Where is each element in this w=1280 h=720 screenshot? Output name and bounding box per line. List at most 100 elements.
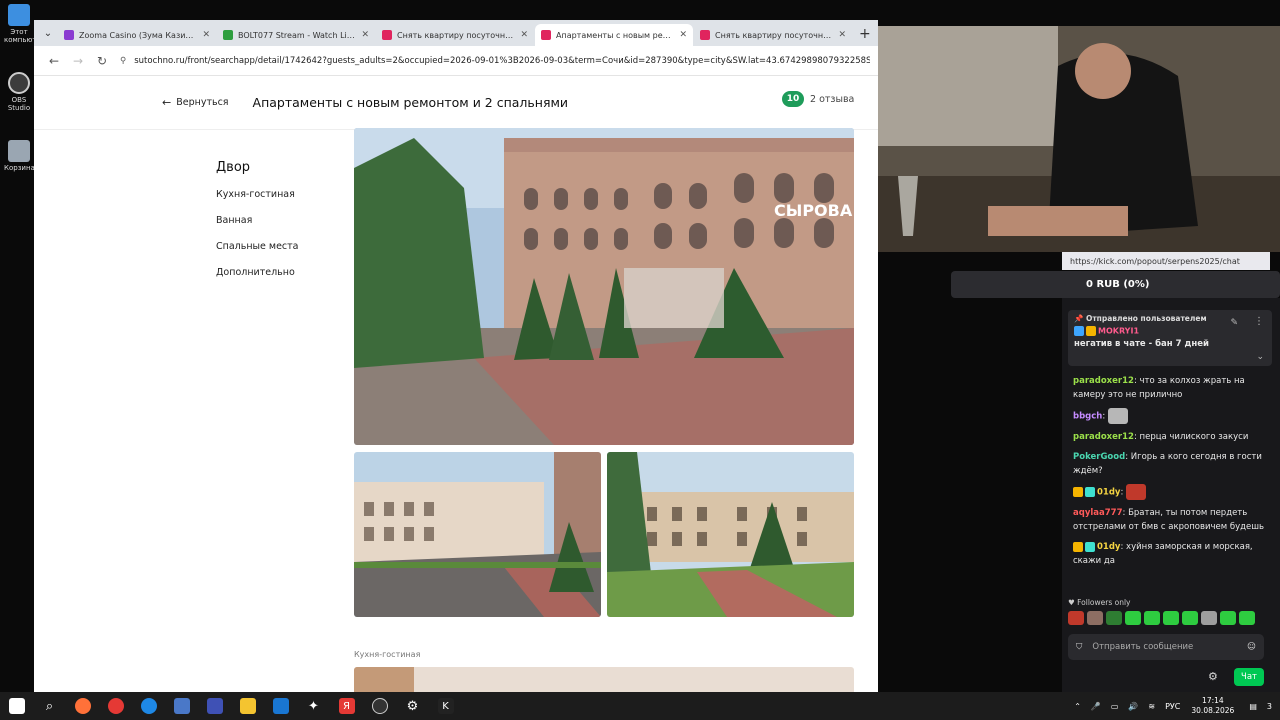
photo-sign-text: СЫРОВА — [774, 201, 853, 220]
emote-icon[interactable] — [1201, 611, 1217, 625]
chat-username[interactable]: 01dy — [1097, 488, 1120, 498]
main-photo[interactable]: СЫРОВА — [354, 128, 854, 445]
tab-title: Снять квартиру посуточно в — [715, 30, 835, 40]
app-icon[interactable]: K — [429, 692, 462, 720]
tab-title: Снять квартиру посуточно в С — [397, 30, 517, 40]
yandex-icon[interactable]: Я — [330, 692, 363, 720]
emote-icon[interactable] — [1144, 611, 1160, 625]
tab-close-icon[interactable]: ✕ — [361, 30, 369, 40]
nav-heading[interactable]: Двор — [216, 160, 299, 175]
followers-only-text: Followers only — [1077, 598, 1131, 607]
desktop-icon-label: OBS Studio — [7, 96, 31, 112]
crown-badge-icon — [1073, 487, 1083, 497]
chat-message: 01dy: — [1073, 484, 1270, 500]
gallery-photo[interactable] — [607, 452, 854, 617]
gallery-photo[interactable] — [354, 667, 854, 692]
back-button[interactable]: ← Вернуться — [154, 90, 237, 116]
emoji-icon[interactable]: ☺ — [1247, 642, 1256, 652]
more-options-icon[interactable]: ⋮ — [1254, 316, 1264, 327]
gear-icon[interactable]: ⚙ — [1208, 670, 1218, 683]
chat-input[interactable]: ⛉ Отправить сообщение ☺ — [1068, 634, 1264, 660]
emote-icon[interactable] — [1125, 611, 1141, 625]
sparkle-icon[interactable]: ✦ — [297, 692, 330, 720]
wifi-icon[interactable]: ≋ — [1148, 702, 1155, 711]
url-text: sutochno.ru/front/searchapp/detail/17426… — [134, 55, 870, 66]
emote-icon[interactable] — [1239, 611, 1255, 625]
desktop-icon-recycle-bin[interactable]: Корзина — [4, 140, 35, 172]
volume-icon[interactable]: 🔊 — [1128, 702, 1138, 711]
computer-icon — [8, 4, 30, 26]
firefox-icon[interactable] — [66, 692, 99, 720]
address-bar[interactable]: ⚲ sutochno.ru/front/searchapp/detail/174… — [120, 50, 870, 72]
emote-icon[interactable] — [1220, 611, 1236, 625]
tab-close-icon[interactable]: ✕ — [838, 30, 846, 40]
browser-tab[interactable]: Снять квартиру посуточно в С ✕ — [376, 24, 534, 46]
emote-icon[interactable] — [1087, 611, 1103, 625]
language-indicator[interactable]: РУС — [1165, 702, 1180, 711]
chat-username[interactable]: bbgch — [1073, 412, 1102, 422]
nav-item[interactable]: Ванная — [216, 215, 299, 226]
tab-close-icon[interactable]: ✕ — [202, 30, 210, 40]
chat-messages: paradoxer12: что за колхоз жрать на каме… — [1062, 366, 1280, 568]
send-chat-button[interactable]: Чат — [1234, 668, 1264, 686]
browser-tab[interactable]: Zooma Casino (Зума Казино) о ✕ — [58, 24, 216, 46]
rating-badge: 10 — [782, 91, 804, 107]
obs-taskbar-icon[interactable] — [363, 692, 396, 720]
clock[interactable]: 17:14 30.08.2026 — [1191, 696, 1234, 716]
browser-window: ⌄ Zooma Casino (Зума Казино) о ✕ BOLT077… — [34, 20, 878, 692]
desktop-icon-computer[interactable]: Этот компьютер — [4, 4, 45, 44]
page-title: Апартаменты с новым ремонтом и 2 спальня… — [252, 95, 569, 110]
chat-message: aqylaa777: Братан, ты потом пердеть отст… — [1073, 508, 1265, 532]
browser-tab[interactable]: BOLT077 Stream - Watch Live o ✕ — [217, 24, 375, 46]
chevron-up-icon[interactable]: ⌃ — [1074, 702, 1081, 711]
shield-icon[interactable]: ⛉ — [1076, 642, 1082, 652]
chat-username[interactable]: 01dy — [1097, 542, 1120, 552]
mail-icon[interactable] — [264, 692, 297, 720]
chat-username[interactable]: paradoxer12 — [1073, 432, 1134, 442]
nav-item[interactable]: Кухня-гостиная — [216, 189, 299, 200]
folder-icon[interactable] — [231, 692, 264, 720]
emote-icon[interactable] — [1068, 611, 1084, 625]
battery-icon[interactable]: ▭ — [1111, 702, 1119, 711]
settings-icon[interactable]: ⚙ — [396, 692, 429, 720]
emote-icon[interactable] — [1163, 611, 1179, 625]
microphone-icon[interactable]: 🎤 — [1091, 702, 1101, 711]
chat-username[interactable]: aqylaa777 — [1073, 508, 1123, 518]
start-button[interactable] — [0, 692, 33, 720]
pinned-message[interactable]: 📌 Отправлено пользователем MOKRYI1 негат… — [1068, 310, 1272, 366]
nav-item[interactable]: Дополнительно — [216, 267, 299, 278]
section-label: Кухня-гостиная — [354, 650, 421, 659]
notifications-icon[interactable]: ▤ — [1249, 702, 1257, 711]
new-tab-button[interactable]: + — [859, 26, 871, 42]
unpin-icon[interactable]: ✎ — [1230, 318, 1238, 328]
tab-close-icon[interactable]: ✕ — [520, 30, 528, 40]
tab-favicon-icon — [700, 30, 710, 40]
back-arrow-icon[interactable]: ← — [42, 54, 66, 68]
store-icon[interactable] — [198, 692, 231, 720]
emote-icon[interactable] — [1106, 611, 1122, 625]
chat-username[interactable]: PokerGood — [1073, 452, 1125, 462]
notification-count: 3 — [1266, 701, 1272, 711]
browser-tab[interactable]: Снять квартиру посуточно в ✕ — [694, 24, 852, 46]
site-info-icon[interactable]: ⚲ — [120, 56, 126, 66]
emote-icon[interactable] — [1182, 611, 1198, 625]
gallery-photo[interactable] — [354, 452, 601, 617]
browser-tab-active[interactable]: Апартаменты с новым ремон ✕ — [535, 24, 693, 46]
nav-item[interactable]: Спальные места — [216, 241, 299, 252]
chat-message: paradoxer12: перца чилиского закуси — [1073, 432, 1249, 442]
forward-arrow-icon[interactable]: → — [66, 54, 90, 68]
chevron-down-icon[interactable]: ⌄ — [1256, 352, 1264, 362]
chat-username[interactable]: paradoxer12 — [1073, 376, 1134, 386]
edge-icon[interactable] — [132, 692, 165, 720]
reviews-link[interactable]: 2 отзыва — [810, 94, 854, 105]
chat-message: PokerGood: Игорь а кого сегодня в гости … — [1073, 452, 1262, 476]
reload-icon[interactable]: ↻ — [90, 54, 114, 68]
save-icon[interactable] — [165, 692, 198, 720]
search-icon[interactable]: ⌕ — [33, 692, 66, 720]
chrome-icon[interactable] — [99, 692, 132, 720]
tab-search-button[interactable]: ⌄ — [38, 23, 58, 43]
desktop-icon-obs[interactable]: OBS Studio — [4, 72, 34, 112]
tab-close-icon[interactable]: ✕ — [679, 30, 687, 40]
rating[interactable]: 10 2 отзыва — [782, 91, 854, 107]
windows-icon — [8, 698, 25, 714]
